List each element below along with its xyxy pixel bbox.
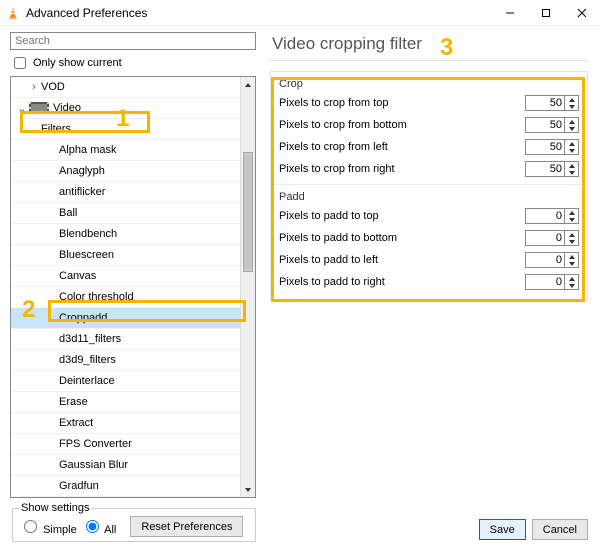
show-settings-legend: Show settings <box>19 502 91 514</box>
spin-down-icon[interactable] <box>565 103 578 110</box>
spin-down-icon[interactable] <box>565 125 578 132</box>
spin-down-icon[interactable] <box>565 169 578 176</box>
crop-label: Pixels to crop from left <box>279 141 525 153</box>
scroll-thumb[interactable] <box>243 152 253 272</box>
padd-row: Pixels to padd to top <box>271 205 587 227</box>
crop-row: Pixels to crop from right <box>271 158 587 180</box>
preferences-tree: ›VOD⌄Video⌄FiltersAlpha maskAnaglyphanti… <box>10 76 256 498</box>
cancel-button[interactable]: Cancel <box>532 519 588 540</box>
spin-down-icon[interactable] <box>565 147 578 154</box>
scroll-down-icon[interactable] <box>241 482 255 497</box>
padd-input[interactable] <box>525 274 565 290</box>
left-panel: Only show current ›VOD⌄Video⌄FiltersAlph… <box>0 26 262 546</box>
spin-buttons[interactable] <box>565 230 579 246</box>
spin-up-icon[interactable] <box>565 96 578 103</box>
spin-up-icon[interactable] <box>565 118 578 125</box>
tree-item[interactable]: Color threshold <box>11 287 240 308</box>
spin-buttons[interactable] <box>565 252 579 268</box>
tree-scrollbar[interactable] <box>240 77 255 497</box>
only-show-current-checkbox[interactable] <box>14 57 26 69</box>
panel-title: Video cropping filter <box>270 32 588 61</box>
tree-item[interactable]: Gaussian Blur <box>11 455 240 476</box>
padd-input[interactable] <box>525 230 565 246</box>
tree-item[interactable]: Blendbench <box>11 224 240 245</box>
spin-down-icon[interactable] <box>565 282 578 289</box>
tree-item[interactable]: FPS Converter <box>11 434 240 455</box>
search-input[interactable] <box>10 32 256 50</box>
padd-input[interactable] <box>525 208 565 224</box>
spin-buttons[interactable] <box>565 117 579 133</box>
crop-input[interactable] <box>525 95 565 111</box>
window-close-button[interactable] <box>564 0 600 25</box>
only-show-current-row[interactable]: Only show current <box>10 54 258 72</box>
tree-item[interactable]: antiflicker <box>11 182 240 203</box>
crop-input[interactable] <box>525 161 565 177</box>
spin-buttons[interactable] <box>565 139 579 155</box>
crop-input[interactable] <box>525 139 565 155</box>
tree-item[interactable]: Extract <box>11 413 240 434</box>
crop-row: Pixels to crop from top <box>271 92 587 114</box>
padd-input[interactable] <box>525 252 565 268</box>
padd-row: Pixels to padd to right <box>271 271 587 293</box>
group-crop-heading: Crop <box>271 72 587 92</box>
crop-label: Pixels to crop from bottom <box>279 119 525 131</box>
padd-label: Pixels to padd to top <box>279 210 525 222</box>
tree-item[interactable]: d3d11_filters <box>11 329 240 350</box>
tree-item-vod[interactable]: ›VOD <box>11 77 240 98</box>
tree-item[interactable]: Anaglyph <box>11 161 240 182</box>
tree-item[interactable]: d3d9_filters <box>11 350 240 371</box>
crop-label: Pixels to crop from right <box>279 163 525 175</box>
tree-item[interactable]: Canvas <box>11 266 240 287</box>
spin-buttons[interactable] <box>565 208 579 224</box>
spin-up-icon[interactable] <box>565 275 578 282</box>
window-title: Advanced Preferences <box>26 6 492 20</box>
tree-item[interactable]: Croppadd <box>11 308 240 329</box>
show-settings-group: Show settings Simple All Reset Preferenc… <box>12 502 256 542</box>
spin-down-icon[interactable] <box>565 260 578 267</box>
crop-row: Pixels to crop from left <box>271 136 587 158</box>
padd-row: Pixels to padd to bottom <box>271 227 587 249</box>
show-settings-simple[interactable]: Simple <box>19 517 77 536</box>
spin-up-icon[interactable] <box>565 140 578 147</box>
padd-label: Pixels to padd to left <box>279 254 525 266</box>
tree-item[interactable]: Bluescreen <box>11 245 240 266</box>
show-settings-all[interactable]: All <box>81 517 117 536</box>
padd-row: Pixels to padd to left <box>271 249 587 271</box>
crop-input[interactable] <box>525 117 565 133</box>
crop-label: Pixels to crop from top <box>279 97 525 109</box>
padd-label: Pixels to padd to right <box>279 276 525 288</box>
vlc-cone-icon <box>6 6 20 20</box>
tree-item[interactable]: Alpha mask <box>11 140 240 161</box>
save-button[interactable]: Save <box>479 519 526 540</box>
spin-buttons[interactable] <box>565 95 579 111</box>
tree-item[interactable]: Erase <box>11 392 240 413</box>
only-show-current-label: Only show current <box>33 57 122 69</box>
group-padd-heading: Padd <box>271 184 587 205</box>
spin-up-icon[interactable] <box>565 253 578 260</box>
spin-up-icon[interactable] <box>565 231 578 238</box>
tree-item-video[interactable]: ⌄Video <box>11 98 240 119</box>
window-minimize-button[interactable] <box>492 0 528 25</box>
tree-item[interactable]: Deinterlace <box>11 371 240 392</box>
crop-row: Pixels to crop from bottom <box>271 114 587 136</box>
spin-down-icon[interactable] <box>565 238 578 245</box>
spin-up-icon[interactable] <box>565 209 578 216</box>
tree-item-filters[interactable]: ⌄Filters <box>11 119 240 140</box>
spin-up-icon[interactable] <box>565 162 578 169</box>
spin-down-icon[interactable] <box>565 216 578 223</box>
scroll-up-icon[interactable] <box>241 77 255 92</box>
padd-label: Pixels to padd to bottom <box>279 232 525 244</box>
right-panel: Video cropping filter Crop Pixels to cro… <box>262 26 600 546</box>
tree-item[interactable]: Ball <box>11 203 240 224</box>
spin-buttons[interactable] <box>565 274 579 290</box>
spin-buttons[interactable] <box>565 161 579 177</box>
reset-preferences-button[interactable]: Reset Preferences <box>130 516 243 537</box>
window-titlebar: Advanced Preferences <box>0 0 600 26</box>
tree-item[interactable]: Gradfun <box>11 476 240 497</box>
settings-form: Crop Pixels to crop from top Pixels to cr… <box>270 71 588 300</box>
window-maximize-button[interactable] <box>528 0 564 25</box>
